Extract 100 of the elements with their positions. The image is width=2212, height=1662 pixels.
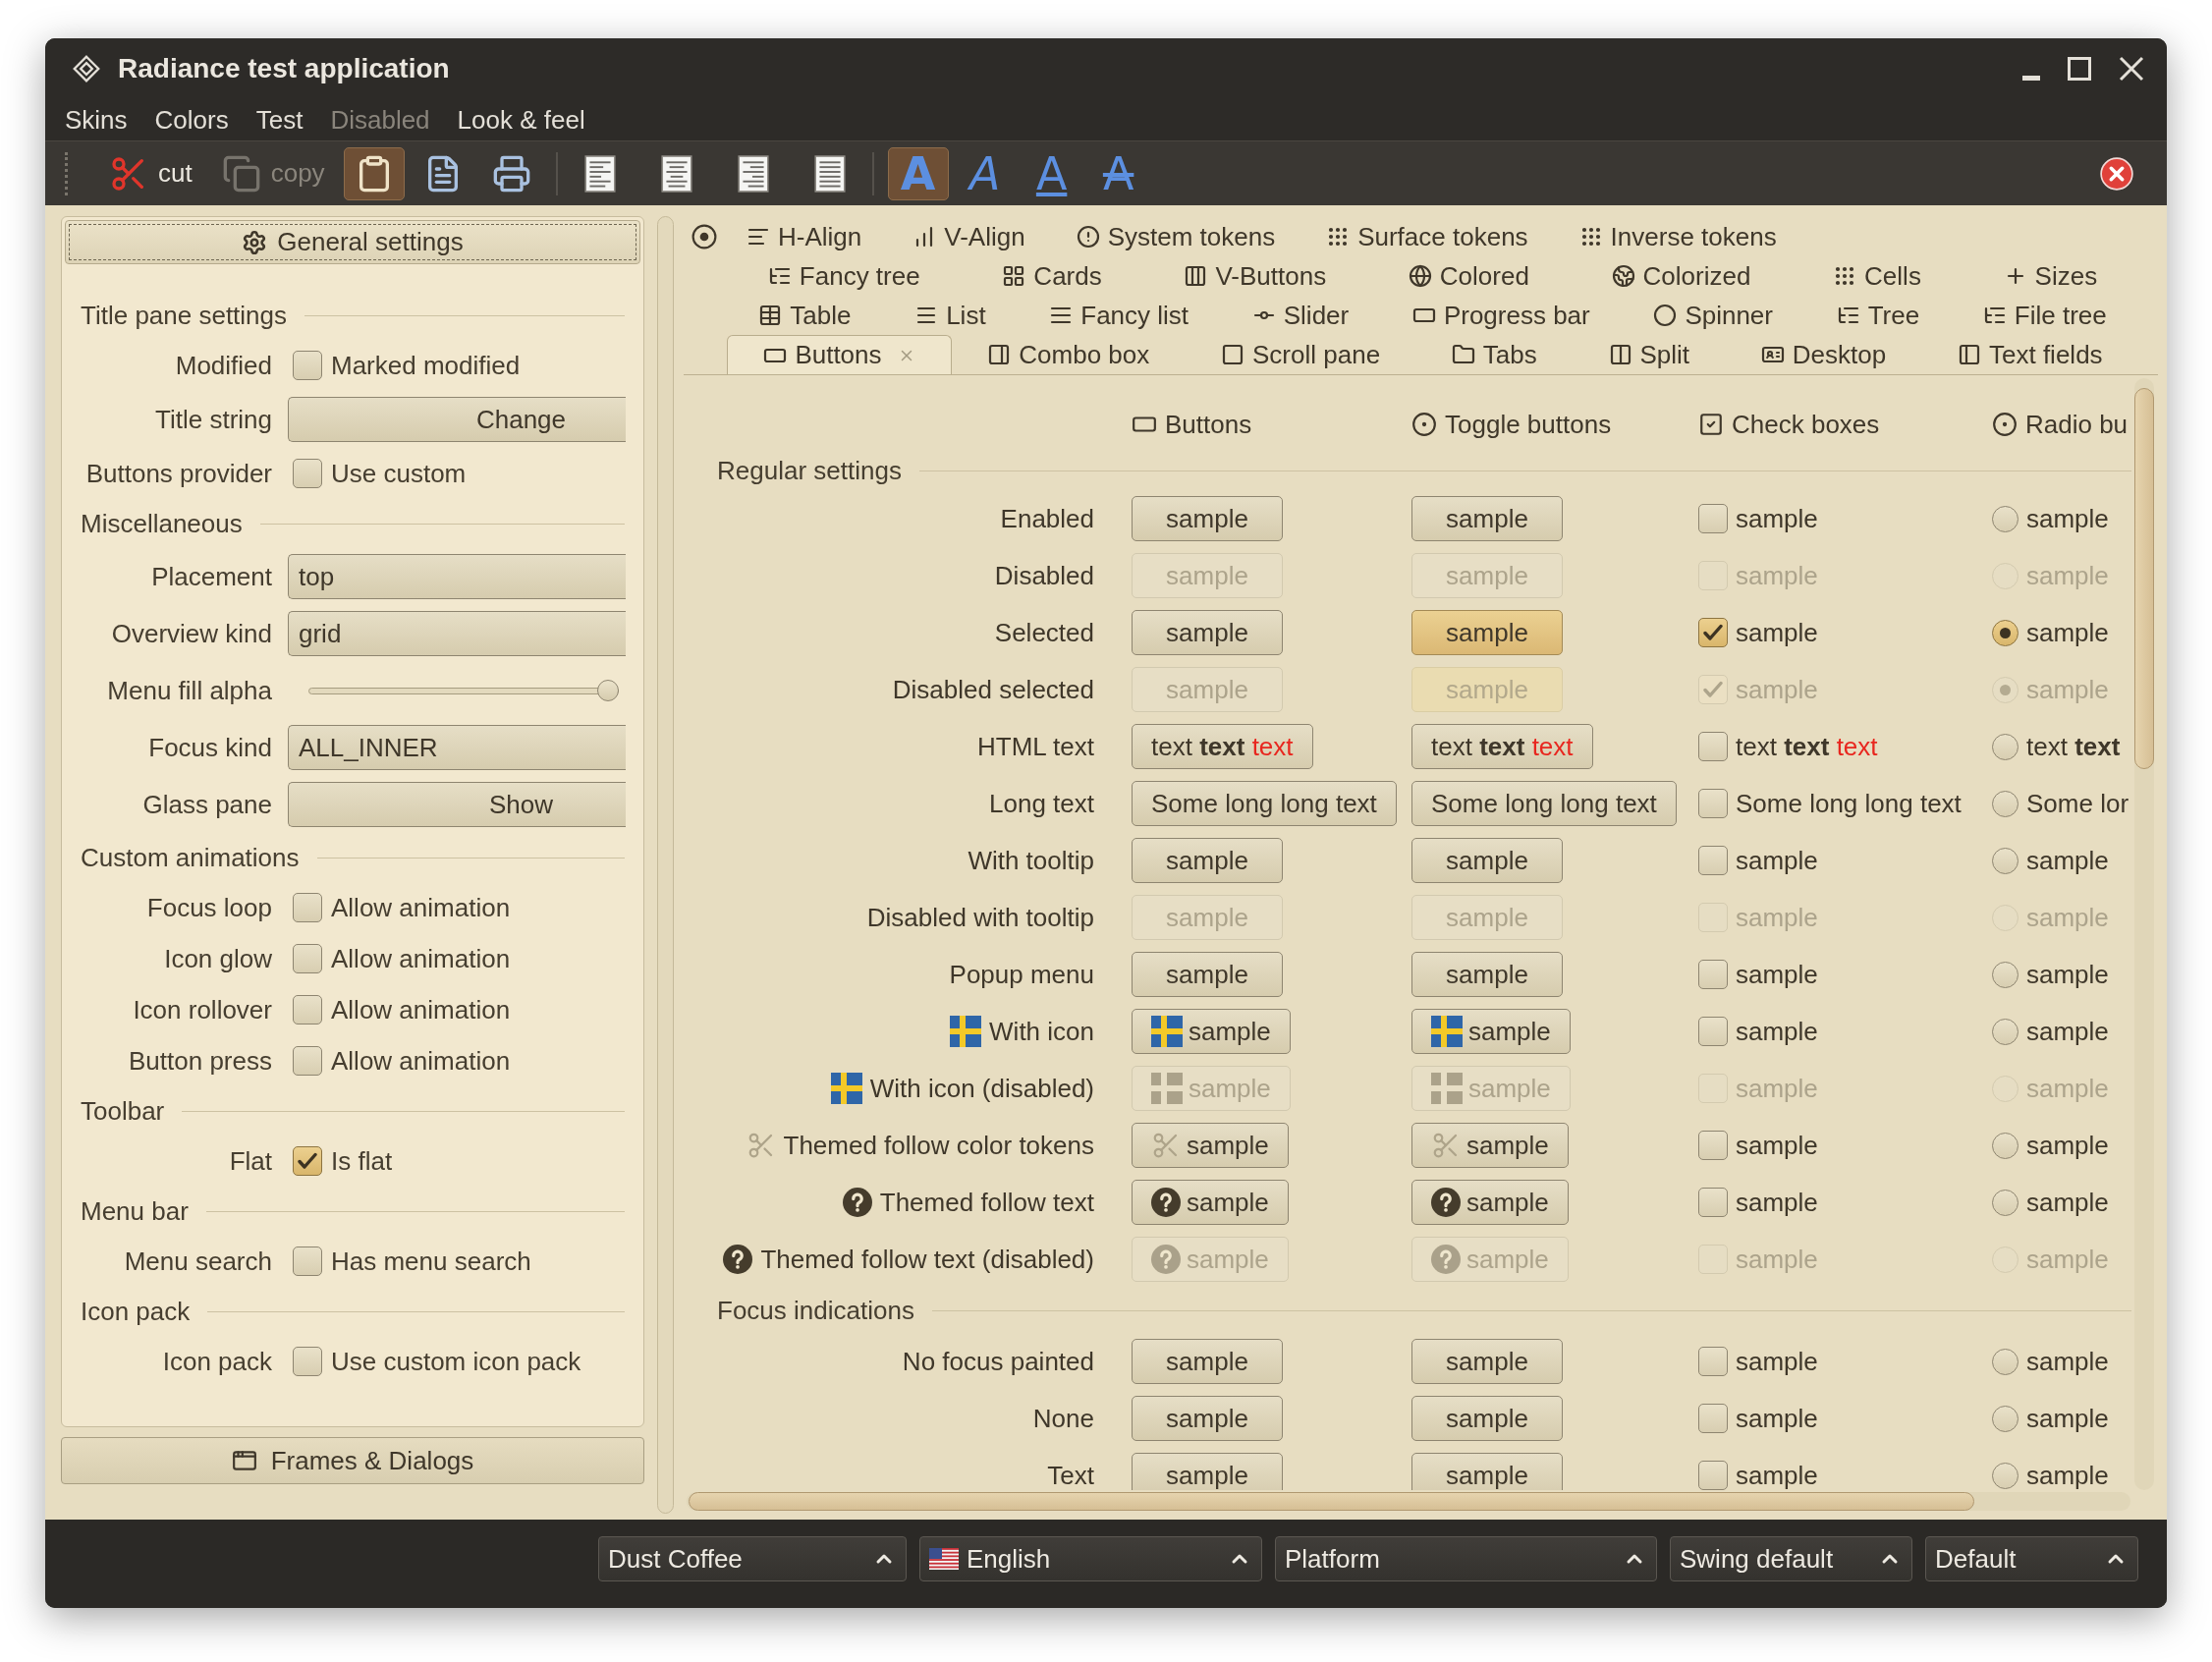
tab[interactable]: V-Align [887,217,1051,256]
radio-button[interactable] [1992,1348,2018,1375]
tab[interactable]: Spinner [1622,296,1805,335]
tab[interactable]: Colored [1367,256,1571,296]
tab[interactable]: Tabs [1415,335,1574,374]
checkbox[interactable] [1698,960,1728,989]
panel-header[interactable]: General settings [65,220,640,264]
radio-button[interactable] [1992,961,2018,988]
tab[interactable]: Scroll pane [1185,335,1416,374]
toggle-button[interactable]: Some long long text [1411,781,1677,826]
toggle-button[interactable]: sample [1411,496,1563,541]
tab[interactable]: Sizes [1962,256,2138,296]
vertical-scrollbar[interactable] [2134,378,2154,1490]
push-button[interactable]: sample [1132,1339,1283,1384]
push-button[interactable]: sample [1132,496,1283,541]
menu-item[interactable]: Test [255,100,304,139]
toggle-button[interactable]: sample [1411,952,1563,997]
menu-item[interactable]: Skins [65,100,128,139]
tab[interactable]: Fancy tree [727,256,962,296]
menu-item[interactable]: Colors [154,100,229,139]
tab[interactable]: File tree [1951,296,2139,335]
frames-dialogs-button[interactable]: Frames & Dialogs [61,1437,644,1484]
toggle-button[interactable]: sample [1411,1396,1563,1441]
checkbox[interactable] [1698,1347,1728,1376]
push-button[interactable]: sample [1132,952,1283,997]
close-icon[interactable] [2100,156,2133,191]
tab[interactable]: Slider [1220,296,1381,335]
action-button[interactable]: Change [288,397,626,442]
paste-button[interactable] [343,146,405,200]
cut-button[interactable]: cut [98,146,203,200]
radio-button[interactable] [1992,505,2018,532]
tab[interactable]: System tokens [1050,217,1301,256]
toggle-button[interactable]: text text text [1411,724,1593,769]
push-button[interactable]: sample [1132,1123,1289,1168]
dropdown-field[interactable]: Platform [1275,1536,1657,1581]
push-button[interactable]: sample [1132,610,1283,655]
tab[interactable]: Progress bar [1380,296,1623,335]
dropdown-field[interactable]: Dust Coffee [598,1536,907,1581]
checkbox[interactable] [293,459,322,488]
italic-button[interactable]: A [954,146,1016,200]
tab[interactable]: Desktop [1725,335,1922,374]
checkbox[interactable] [1698,1188,1728,1217]
toggle-button[interactable]: sample [1411,1180,1569,1225]
push-button[interactable]: text text text [1132,724,1313,769]
checkbox[interactable] [1698,732,1728,761]
maximize-icon[interactable] [2068,57,2091,81]
radio-button[interactable] [1992,847,2018,874]
toggle-button[interactable]: sample [1411,1453,1563,1490]
checkbox[interactable] [1698,789,1728,818]
tab[interactable]: Cells [1792,256,1963,296]
tab[interactable]: Buttons [727,335,952,374]
toggle-button[interactable]: sample [1411,1009,1571,1054]
radio-button[interactable] [1992,1462,2018,1489]
dropdown-field[interactable]: Default [1925,1536,2138,1581]
tab[interactable]: Combo box [951,335,1186,374]
checkbox[interactable] [293,893,322,922]
dropdown-field[interactable]: English [919,1536,1262,1581]
menu-item[interactable]: Look & feel [457,100,585,139]
tab[interactable]: List [882,296,1018,335]
tab[interactable]: Fancy list [1017,296,1221,335]
radio-button[interactable] [1992,1132,2018,1159]
checkbox[interactable] [1698,1131,1728,1160]
radio-button[interactable] [1992,1018,2018,1045]
checkbox[interactable] [293,1046,322,1076]
scrollbar-thumb[interactable] [2134,388,2154,769]
slider-track[interactable] [308,680,619,701]
tab[interactable]: Cards [961,256,1143,296]
toggle-button[interactable]: sample [1411,838,1563,883]
tab[interactable]: H-Align [721,217,888,256]
radio-button[interactable] [1992,619,2018,646]
push-button[interactable]: sample [1132,1180,1289,1225]
circle-dot-icon[interactable] [691,224,717,249]
slider-thumb[interactable] [597,680,619,701]
toolbar-grip[interactable] [65,151,69,195]
checkbox[interactable] [1698,1461,1728,1490]
checkbox[interactable] [1698,618,1728,647]
checkbox[interactable] [293,351,322,380]
tab[interactable]: Surface tokens [1300,217,1554,256]
radio-button[interactable] [1992,1405,2018,1432]
dropdown-field[interactable]: ALL_INNER [288,725,626,770]
radio-button[interactable] [1992,733,2018,760]
radio-button[interactable] [1992,1189,2018,1216]
close-icon[interactable] [2119,56,2144,82]
toggle-button[interactable]: sample [1411,610,1563,655]
push-button[interactable]: Some long long text [1132,781,1397,826]
dropdown-field[interactable]: top [288,554,626,599]
push-button[interactable]: sample [1132,1453,1283,1490]
tab[interactable]: Tree [1804,296,1952,335]
checkbox[interactable] [1698,504,1728,533]
dropdown-field[interactable]: grid [288,611,626,656]
checkbox[interactable] [1698,1017,1728,1046]
radio-button[interactable] [1992,790,2018,817]
push-button[interactable]: sample [1132,1396,1283,1441]
dropdown-field[interactable]: Swing default [1670,1536,1912,1581]
tab[interactable]: Colorized [1570,256,1793,296]
tab[interactable]: Table [727,296,883,335]
tab[interactable]: V-Buttons [1142,256,1367,296]
action-button[interactable]: Show [288,782,626,827]
checkbox[interactable] [293,995,322,1025]
checkbox[interactable] [1698,846,1728,875]
